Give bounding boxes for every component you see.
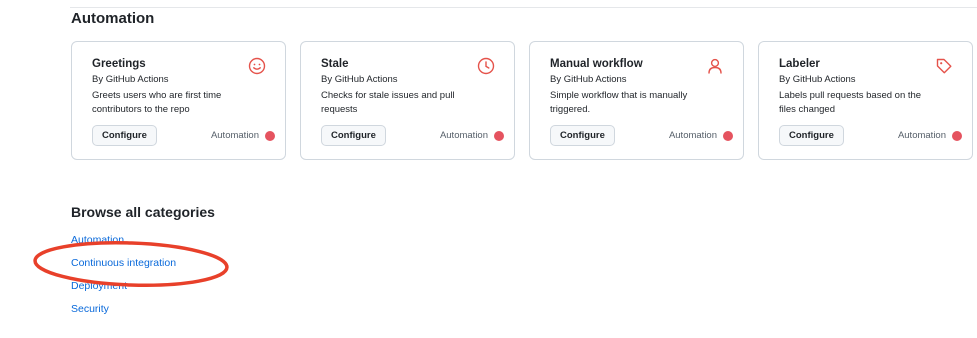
category-text: Automation <box>210 130 259 141</box>
category-color-dot <box>265 130 275 141</box>
top-divider <box>70 7 977 8</box>
category-label: Automation <box>211 130 275 141</box>
browse-categories-title: Browse all categories <box>71 204 215 220</box>
category-text: Automation <box>897 130 946 141</box>
category-label: Automation <box>669 130 733 141</box>
card-description: Simple workflow that is manually trigger… <box>550 90 688 115</box>
person-icon <box>708 58 722 74</box>
card-author: By GitHub Actions <box>321 74 398 85</box>
category-link-automation[interactable]: Automation <box>71 234 124 246</box>
card-author: By GitHub Actions <box>550 74 627 85</box>
configure-button[interactable]: Configure <box>92 125 157 146</box>
smiley-icon <box>248 57 266 75</box>
workflow-card-stale: Stale By GitHub Actions Checks for stale… <box>300 41 515 160</box>
category-color-dot <box>952 130 962 141</box>
category-label: Automation <box>898 130 962 141</box>
configure-button[interactable]: Configure <box>321 125 386 146</box>
workflow-card-greetings: Greetings By GitHub Actions Greets users… <box>71 41 286 160</box>
tag-icon <box>936 58 952 74</box>
category-text: Automation <box>668 130 717 141</box>
card-description: Labels pull requests based on the files … <box>779 90 922 115</box>
configure-button[interactable]: Configure <box>779 125 844 146</box>
card-title: Stale <box>321 58 349 70</box>
card-title: Greetings <box>92 58 146 70</box>
card-title: Manual workflow <box>550 58 643 70</box>
category-color-dot <box>494 130 504 141</box>
card-description: Checks for stale issues and pull request… <box>321 90 455 115</box>
workflow-card-manual-workflow: Manual workflow By GitHub Actions Simple… <box>529 41 744 160</box>
category-color-dot <box>723 130 733 141</box>
workflow-card-labeler: Labeler By GitHub Actions Labels pull re… <box>758 41 973 160</box>
category-label: Automation <box>440 130 504 141</box>
category-link-security[interactable]: Security <box>71 303 109 315</box>
card-author: By GitHub Actions <box>779 74 856 85</box>
section-title: Automation <box>71 10 155 27</box>
configure-button[interactable]: Configure <box>550 125 615 146</box>
category-text: Automation <box>439 130 488 141</box>
clock-icon <box>477 57 495 75</box>
card-description: Greets users who are first time contribu… <box>92 90 222 115</box>
card-title: Labeler <box>779 58 820 70</box>
category-link-continuous-integration[interactable]: Continuous integration <box>71 257 176 269</box>
category-link-deployment[interactable]: Deployment <box>71 280 127 292</box>
card-author: By GitHub Actions <box>92 74 169 85</box>
